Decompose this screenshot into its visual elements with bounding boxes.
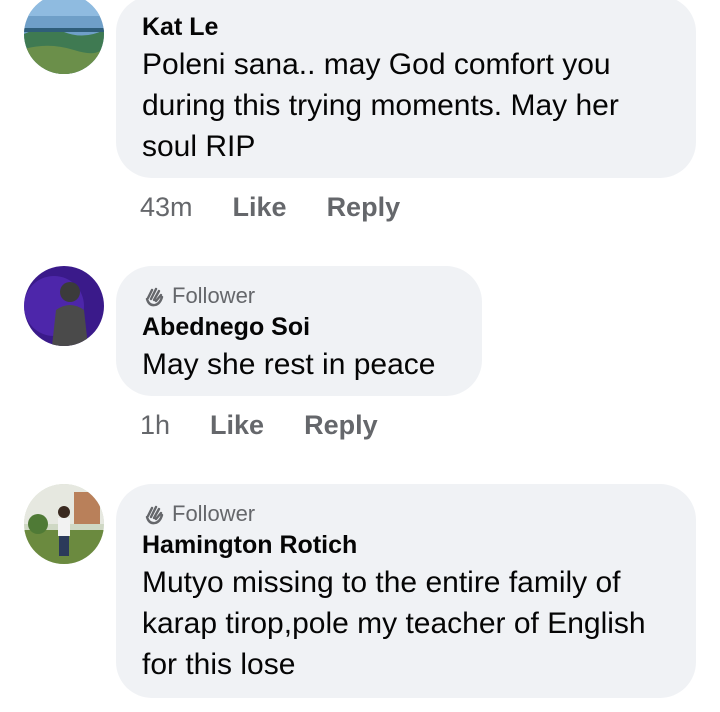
comment-text: May she rest in peace (142, 348, 436, 381)
waving-hand-icon (145, 287, 164, 307)
waving-hand-icon (145, 505, 164, 525)
comment-bubble: Kat Le Poleni sana.. may God comfort you… (116, 0, 696, 178)
comment-text: Poleni sana.. may God comfort you during… (142, 48, 619, 163)
comment-author[interactable]: Hamington Rotich (142, 528, 670, 562)
comment-bubble: Follower Abednego Soi May she rest in pe… (116, 266, 482, 396)
comment-author[interactable]: Abednego Soi (142, 310, 456, 344)
follower-badge: Follower (142, 500, 670, 528)
like-button[interactable]: Like (233, 192, 287, 223)
reply-button[interactable]: Reply (327, 192, 401, 223)
avatar-landscape-image (24, 0, 104, 74)
like-button[interactable]: Like (210, 410, 264, 441)
comment-timestamp[interactable]: 43m (140, 192, 193, 223)
comment-actions: 1h Like Reply (140, 410, 418, 441)
comment-item: Kat Le Poleni sana.. may God comfort you… (0, 0, 720, 240)
comment-item: Follower Abednego Soi May she rest in pe… (0, 262, 720, 462)
avatar-person-image (24, 266, 104, 346)
comment-bubble: Follower Hamington Rotich Mutyo missing … (116, 484, 696, 698)
comment-text: Mutyo missing to the entire family of ka… (142, 566, 646, 681)
avatar[interactable] (24, 266, 104, 346)
comment-timestamp[interactable]: 1h (140, 410, 170, 441)
comment-author[interactable]: Kat Le (142, 10, 670, 44)
reply-button[interactable]: Reply (304, 410, 378, 441)
follower-badge: Follower (142, 282, 456, 310)
avatar[interactable] (24, 0, 104, 74)
comment-actions: 43m Like Reply (140, 192, 440, 223)
comment-item: Follower Hamington Rotich Mutyo missing … (0, 484, 720, 712)
avatar-person-image (24, 484, 104, 564)
badge-label: Follower (172, 283, 256, 308)
badge-label: Follower (172, 501, 256, 526)
avatar[interactable] (24, 484, 104, 564)
